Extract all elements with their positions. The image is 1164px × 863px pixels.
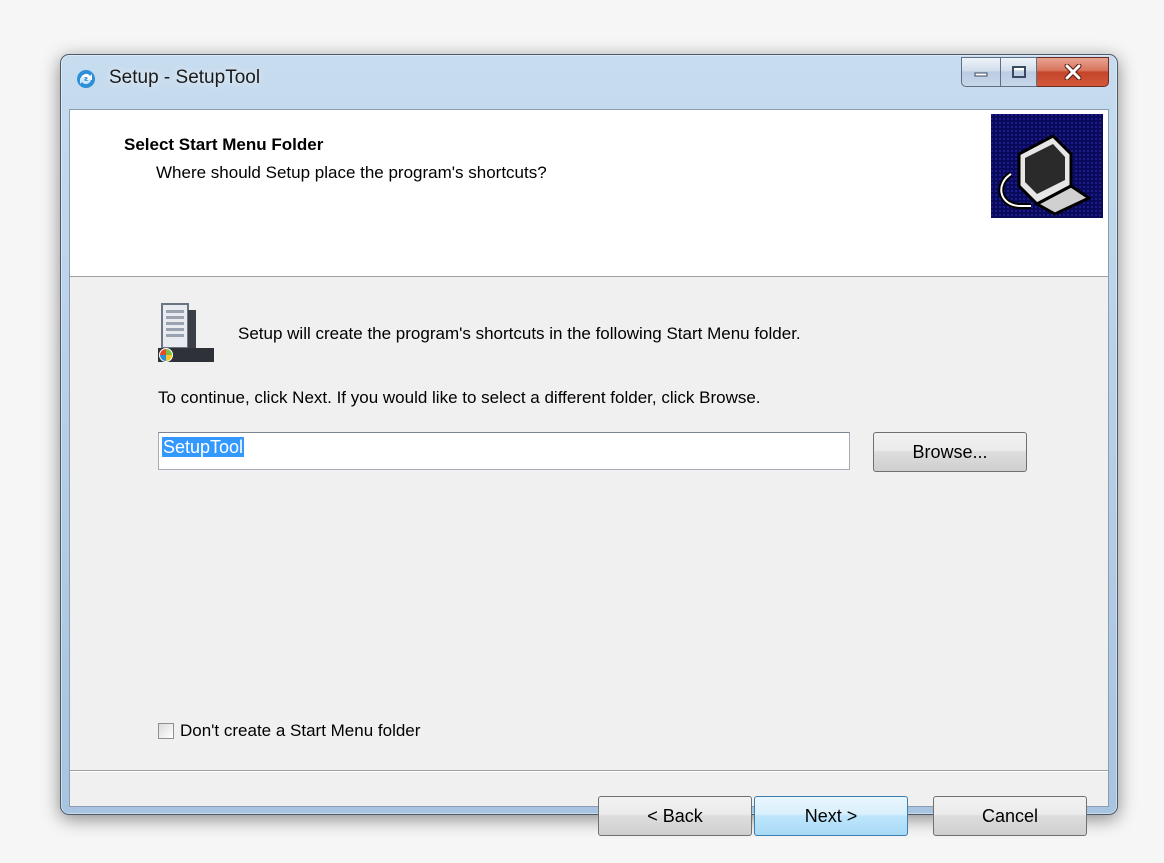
back-button[interactable]: < Back <box>598 796 752 836</box>
wizard-header: Select Start Menu Folder Where should Se… <box>70 110 1108 277</box>
page-title: Select Start Menu Folder <box>124 135 324 154</box>
cancel-button[interactable]: Cancel <box>933 796 1087 836</box>
start-menu-folder-icon <box>158 303 214 362</box>
footer-divider <box>70 770 1108 772</box>
maximize-button[interactable] <box>1001 57 1037 87</box>
window-title: Setup - SetupTool <box>109 67 261 88</box>
next-button[interactable]: Next > <box>754 796 908 836</box>
instruction-text: To continue, click Next. If you would li… <box>158 388 761 407</box>
computer-install-icon <box>991 114 1103 218</box>
wizard-client-area: Select Start Menu Folder Where should Se… <box>69 109 1109 836</box>
minimize-button[interactable] <box>961 57 1001 87</box>
start-menu-folder-input[interactable]: SetupTool <box>158 432 850 470</box>
setup-window: Setup - SetupTool Select Start Menu Fold… <box>60 54 1118 836</box>
minimize-icon <box>974 72 988 77</box>
no-start-menu-folder-checkbox[interactable] <box>158 723 174 739</box>
folder-input-value: SetupTool <box>162 437 245 457</box>
close-icon <box>1064 64 1081 80</box>
maximize-icon <box>1011 66 1026 78</box>
close-button[interactable] <box>1037 57 1109 87</box>
setup-app-icon <box>77 70 95 88</box>
no-start-menu-folder-option[interactable]: Don't create a Start Menu folder <box>158 721 420 741</box>
title-bar[interactable]: Setup - SetupTool <box>61 55 1117 111</box>
caption-buttons <box>961 57 1109 91</box>
info-text: Setup will create the program's shortcut… <box>238 324 801 343</box>
browse-button[interactable]: Browse... <box>873 432 1027 472</box>
no-start-menu-folder-label: Don't create a Start Menu folder <box>180 721 421 740</box>
page-subtitle: Where should Setup place the program's s… <box>156 163 547 182</box>
